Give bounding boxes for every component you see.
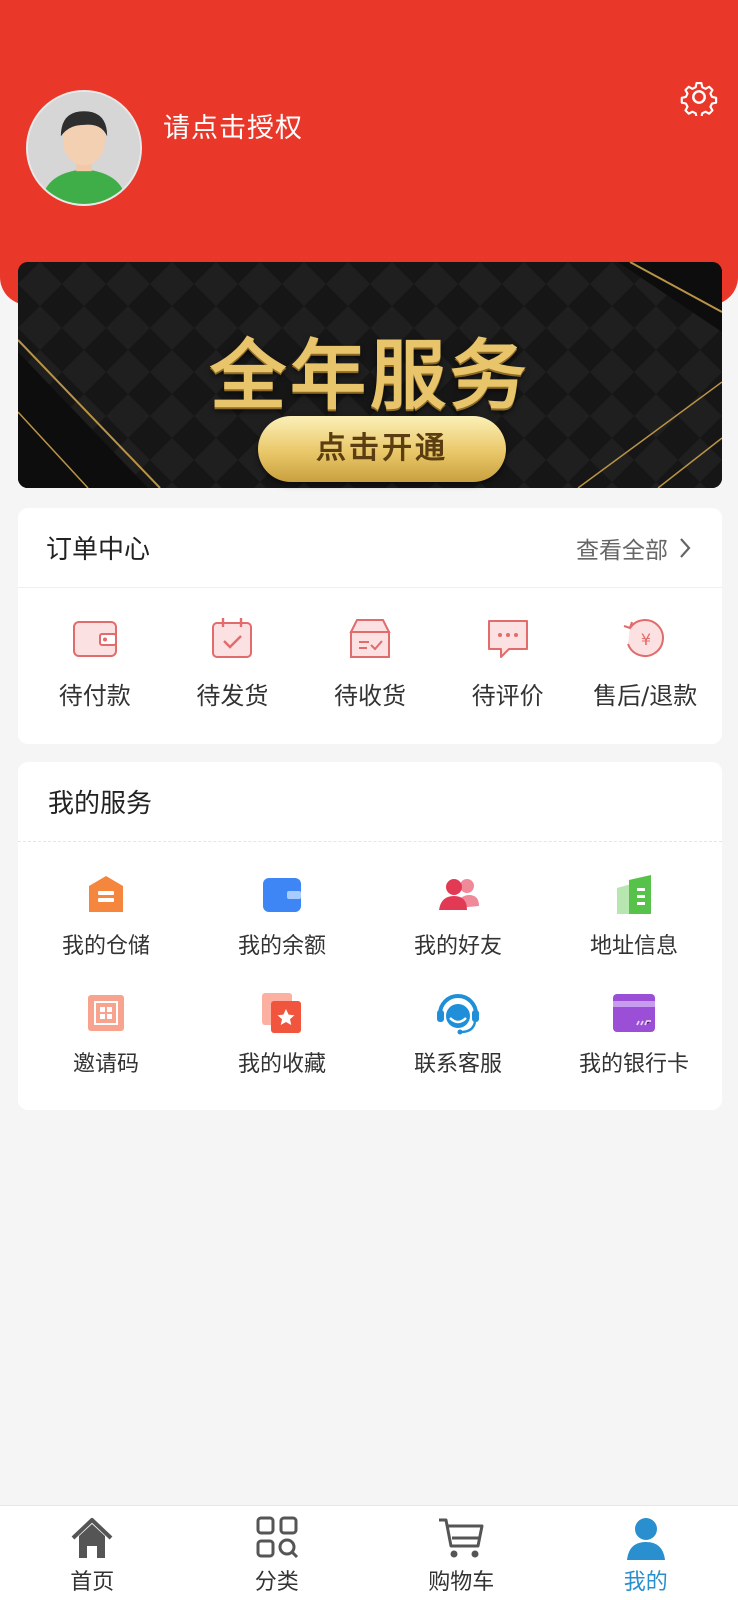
default-avatar-icon <box>28 92 140 204</box>
services-grid: 我的仓储 我的余额 我的好友 地址信息 邀请码 我的收藏 联系客服 我的银行卡 <box>18 842 722 1108</box>
refund-icon: ¥ <box>623 619 665 657</box>
wallet-icon <box>72 621 117 657</box>
service-label: 我的仓储 <box>61 934 150 959</box>
service-label: 邀请码 <box>72 1052 139 1077</box>
service-label: 我的收藏 <box>237 1052 326 1077</box>
service-bank-card[interactable]: 我的银行卡 <box>546 990 722 1108</box>
banner-title: 全年服务 <box>210 331 530 420</box>
profile-page: 请点击授权 全年服务 点击开通 订单中心 查看全部 待付款 待发货 待收货 待评… <box>0 0 738 1600</box>
gear-icon[interactable] <box>680 78 718 119</box>
balance-wallet-icon <box>263 878 301 912</box>
tab-mine[interactable]: 我的 <box>571 1506 721 1600</box>
home-icon <box>71 1518 113 1558</box>
service-warehouse[interactable]: 我的仓储 <box>18 872 194 990</box>
tab-category[interactable]: 分类 <box>202 1506 352 1600</box>
svg-text:¥: ¥ <box>641 630 651 649</box>
user-icon <box>626 1518 665 1560</box>
tab-label: 分类 <box>254 1570 299 1595</box>
favorites-star-icon <box>262 993 301 1033</box>
service-friends[interactable]: 我的好友 <box>370 872 546 990</box>
service-label: 我的银行卡 <box>578 1052 689 1077</box>
order-pending-review[interactable]: 待评价 <box>439 588 577 711</box>
order-item-label: 待收货 <box>333 682 406 710</box>
bank-card-icon <box>613 994 655 1032</box>
service-address[interactable]: 地址信息 <box>546 872 722 990</box>
tab-label: 首页 <box>70 1570 115 1595</box>
my-services-header: 我的服务 <box>18 762 722 842</box>
service-balance[interactable]: 我的余额 <box>194 872 370 990</box>
qr-code-icon <box>88 995 124 1031</box>
order-center-header: 订单中心 查看全部 <box>18 508 722 588</box>
activate-button[interactable]: 点击开通 <box>258 416 506 482</box>
address-book-icon <box>617 875 651 914</box>
order-item-label: 待评价 <box>471 682 544 710</box>
bottom-tab-bar: 首页 分类 购物车 我的 <box>0 1505 738 1600</box>
order-item-label: 待付款 <box>58 682 131 710</box>
my-services-title: 我的服务 <box>48 789 153 819</box>
category-grid-icon <box>256 1516 298 1559</box>
order-pending-shipment[interactable]: 待发货 <box>164 588 302 711</box>
order-pending-payment[interactable]: 待付款 <box>26 588 164 711</box>
tab-label: 购物车 <box>428 1570 495 1595</box>
tab-cart[interactable]: 购物车 <box>386 1506 536 1600</box>
comment-icon <box>487 620 528 658</box>
order-item-label: 售后/退款 <box>593 682 698 710</box>
cart-icon <box>439 1518 484 1558</box>
service-favorites[interactable]: 我的收藏 <box>194 990 370 1108</box>
customer-service-icon <box>437 994 479 1035</box>
order-center-card: 订单中心 查看全部 待付款 待发货 待收货 待评价 ¥ 售后/退款 <box>18 508 722 744</box>
service-label: 我的余额 <box>237 934 326 959</box>
service-label: 联系客服 <box>413 1052 502 1077</box>
my-services-card: 我的服务 我的仓储 我的余额 我的好友 地址信息 邀请码 我的收藏 联系客服 我… <box>18 762 722 1110</box>
calendar-check-icon <box>212 618 253 658</box>
view-all-orders-link[interactable]: 查看全部 <box>576 531 692 565</box>
avatar[interactable] <box>26 90 142 206</box>
chevron-right-icon <box>680 537 691 558</box>
tab-home[interactable]: 首页 <box>17 1506 167 1600</box>
order-after-sales[interactable]: ¥ 售后/退款 <box>576 588 714 711</box>
friends-icon <box>439 879 479 910</box>
warehouse-icon <box>89 876 123 912</box>
authorize-prompt[interactable]: 请点击授权 <box>163 106 303 145</box>
service-invite-code[interactable]: 邀请码 <box>18 990 194 1108</box>
order-center-title: 订单中心 <box>46 535 151 565</box>
service-customer-support[interactable]: 联系客服 <box>370 990 546 1108</box>
order-status-row: 待付款 待发货 待收货 待评价 ¥ 售后/退款 <box>18 588 722 711</box>
service-label: 地址信息 <box>589 934 678 959</box>
service-label: 我的好友 <box>413 934 502 959</box>
tab-label: 我的 <box>623 1570 668 1595</box>
box-icon <box>349 619 391 658</box>
order-item-label: 待发货 <box>196 682 269 710</box>
view-all-label: 查看全部 <box>576 537 668 564</box>
order-pending-receipt[interactable]: 待收货 <box>301 588 439 711</box>
